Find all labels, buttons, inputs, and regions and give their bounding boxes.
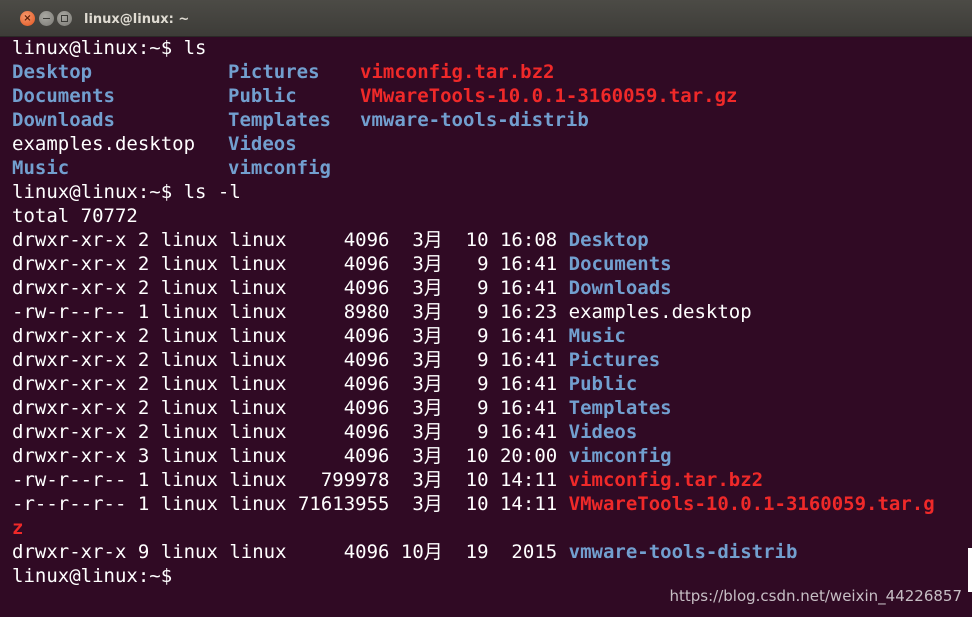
file-name: Downloads [568, 277, 672, 299]
command-text: ls -l [172, 181, 241, 203]
file-name: vimconfig [568, 445, 672, 467]
file-entry: Pictures [228, 61, 320, 83]
title-bar[interactable]: × linux@linux: ~ [0, 0, 972, 37]
file-metadata: drwxr-xr-x 2 linux linux 4096 3月 9 16:41 [12, 421, 569, 443]
ls-long-row: drwxr-xr-x 2 linux linux 4096 3月 10 16:0… [12, 228, 972, 252]
ls-long-row: drwxr-xr-x 3 linux linux 4096 3月 10 20:0… [12, 444, 972, 468]
ls-row: Downloads Templates vmware-tools-distrib [12, 108, 972, 132]
file-entry: vimconfig [228, 157, 331, 179]
file-entry: vmware-tools-distrib [360, 109, 589, 131]
prompt: linux@linux:~$ [12, 565, 173, 587]
file-name: VMwareTools-10.0.1-3160059.tar.g [568, 493, 935, 515]
file-entry: Templates [228, 109, 331, 131]
file-metadata: drwxr-xr-x 2 linux linux 4096 3月 9 16:41 [12, 325, 569, 347]
ls-long-row: -rw-r--r-- 1 linux linux 799978 3月 10 14… [12, 468, 972, 492]
file-name: vmware-tools-distrib [568, 541, 798, 563]
file-name: z [12, 517, 24, 539]
file-metadata: -r--r--r-- 1 linux linux 71613955 3月 10 … [12, 493, 569, 515]
file-name: Public [568, 373, 638, 395]
file-name: Templates [568, 397, 672, 419]
file-entry: Desktop [12, 61, 93, 83]
file-metadata: drwxr-xr-x 2 linux linux 4096 3月 9 16:41 [12, 397, 569, 419]
command-text: ls [172, 37, 207, 59]
minimize-icon[interactable] [39, 11, 54, 26]
ls-long-row: drwxr-xr-x 2 linux linux 4096 3月 9 16:41… [12, 276, 972, 300]
file-name: Videos [568, 421, 638, 443]
file-entry: Documents [12, 85, 115, 107]
file-entry: Videos [228, 133, 297, 155]
ls-row: Music vimconfig [12, 156, 972, 180]
ls-long-row: drwxr-xr-x 9 linux linux 4096 10月 19 201… [12, 540, 972, 564]
ls-long-row: -rw-r--r-- 1 linux linux 8980 3月 9 16:23… [12, 300, 972, 324]
ls-long-row: drwxr-xr-x 2 linux linux 4096 3月 9 16:41… [12, 252, 972, 276]
close-icon[interactable]: × [20, 11, 35, 26]
ls-row: Desktop Pictures vimconfig.tar.bz2 [12, 60, 972, 84]
maximize-icon[interactable] [57, 11, 72, 26]
file-entry: examples.desktop [12, 133, 196, 155]
file-name: examples.desktop [568, 301, 752, 323]
ls-long-row: drwxr-xr-x 2 linux linux 4096 3月 9 16:41… [12, 420, 972, 444]
file-metadata: -rw-r--r-- 1 linux linux 8980 3月 9 16:23 [12, 301, 569, 323]
window-title: linux@linux: ~ [84, 12, 190, 27]
file-metadata: drwxr-xr-x 3 linux linux 4096 3月 10 20:0… [12, 445, 569, 467]
ls-output: Desktop Pictures vimconfig.tar.bz2 Document… [12, 60, 972, 180]
file-metadata: drwxr-xr-x 2 linux linux 4096 3月 10 16:0… [12, 229, 569, 251]
file-metadata: drwxr-xr-x 2 linux linux 4096 3月 9 16:41 [12, 253, 569, 275]
ls-long-row: z [12, 516, 972, 540]
file-metadata: -rw-r--r-- 1 linux linux 799978 3月 10 14… [12, 469, 569, 491]
file-metadata: drwxr-xr-x 2 linux linux 4096 3月 9 16:41 [12, 373, 569, 395]
file-name: vimconfig.tar.bz2 [568, 469, 764, 491]
ls-long-output: drwxr-xr-x 2 linux linux 4096 3月 10 16:0… [12, 228, 972, 564]
command-line: linux@linux:~$ [12, 564, 972, 588]
file-entry: vimconfig.tar.bz2 [360, 61, 555, 83]
file-entry: Public [228, 85, 297, 107]
ls-long-row: -r--r--r-- 1 linux linux 71613955 3月 10 … [12, 492, 972, 516]
file-name: Desktop [568, 229, 649, 251]
file-metadata: drwxr-xr-x 2 linux linux 4096 3月 9 16:41 [12, 349, 569, 371]
file-name: Music [568, 325, 626, 347]
watermark: https://blog.csdn.net/weixin_44226857 [669, 587, 962, 605]
command-line: linux@linux:~$ ls -l [12, 180, 972, 204]
ls-long-row: drwxr-xr-x 2 linux linux 4096 3月 9 16:41… [12, 372, 972, 396]
file-name: Documents [568, 253, 672, 275]
total-line: total 70772 [12, 205, 138, 227]
file-name: Pictures [568, 349, 661, 371]
prompt: linux@linux:~$ [12, 37, 173, 59]
scrollbar-thumb[interactable] [968, 548, 972, 592]
terminal-output[interactable]: linux@linux:~$ ls Desktop Pictures vimconf… [12, 36, 972, 617]
file-entry: Music [12, 157, 70, 179]
ls-row: examples.desktop Videos [12, 132, 972, 156]
ls-long-row: drwxr-xr-x 2 linux linux 4096 3月 9 16:41… [12, 324, 972, 348]
file-entry: Downloads [12, 109, 115, 131]
file-metadata: drwxr-xr-x 9 linux linux 4096 10月 19 201… [12, 541, 569, 563]
command-line: linux@linux:~$ ls [12, 36, 972, 60]
file-entry: VMwareTools-10.0.1-3160059.tar.gz [360, 85, 738, 107]
ls-long-row: drwxr-xr-x 2 linux linux 4096 3月 9 16:41… [12, 396, 972, 420]
prompt: linux@linux:~$ [12, 181, 173, 203]
terminal-window: × linux@linux: ~ linux@linux:~$ ls Deskt… [0, 0, 972, 617]
ls-long-row: drwxr-xr-x 2 linux linux 4096 3月 9 16:41… [12, 348, 972, 372]
ls-row: Documents Public VMwareTools-10.0.1-316005… [12, 84, 972, 108]
file-metadata: drwxr-xr-x 2 linux linux 4096 3月 9 16:41 [12, 277, 569, 299]
